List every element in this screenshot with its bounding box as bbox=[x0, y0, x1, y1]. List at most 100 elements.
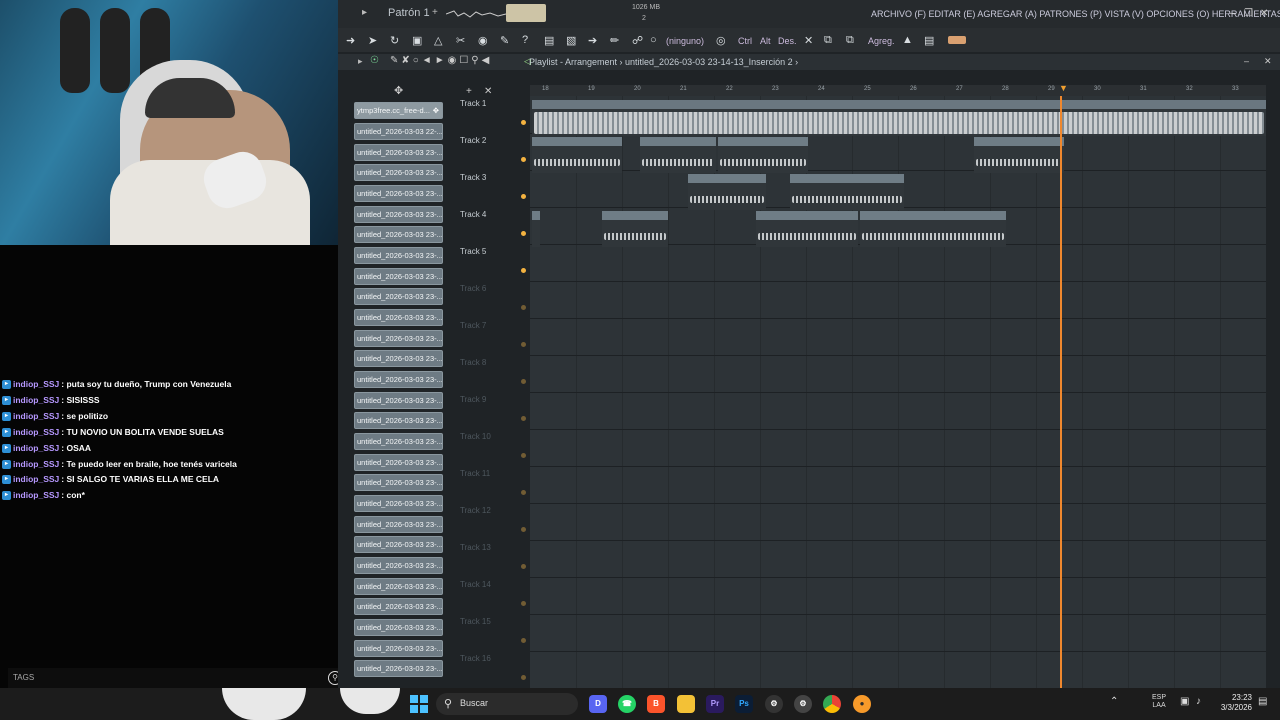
pattern-item[interactable]: untitled_2026-03-03 23-... bbox=[354, 536, 443, 553]
pattern-item[interactable]: untitled_2026-03-03 23-... bbox=[354, 226, 443, 243]
pattern-item[interactable]: untitled_2026-03-03 23-... bbox=[354, 288, 443, 305]
audio-clip[interactable]: untitled_2...nserción 2 bbox=[688, 174, 766, 210]
track-header[interactable]: Track 7 bbox=[454, 318, 530, 355]
plugin-slot[interactable] bbox=[948, 36, 966, 44]
pattern-item[interactable]: ytmp3free.cc_free-d... ✥ bbox=[354, 102, 443, 119]
windows-start-icon[interactable] bbox=[410, 695, 428, 713]
chevron-up-icon[interactable]: ⌃ bbox=[1110, 696, 1118, 707]
track-header[interactable]: Track 8 bbox=[454, 355, 530, 392]
pattern-item[interactable]: untitled_2026-03-03 23-... bbox=[354, 578, 443, 595]
arrangement-grid[interactable]: ytmp3free.cc_free-detroit-type-beat-samp… bbox=[530, 96, 1266, 688]
audio-clip[interactable]: ytmp3free.cc_free-detroit-type-beat-samp… bbox=[532, 100, 1266, 136]
audio-clip[interactable]: untitled_202..._Inserción 2 bbox=[532, 137, 622, 173]
pattern-item[interactable]: untitled_2026-03-03 23-... bbox=[354, 309, 443, 326]
trash-icon[interactable]: ▤ bbox=[924, 34, 934, 47]
lock-icon[interactable]: ○ bbox=[650, 34, 657, 46]
close-icon[interactable]: ✕ bbox=[1264, 56, 1272, 67]
chat-username[interactable]: indiop_SSJ bbox=[13, 379, 59, 389]
discord-icon[interactable]: D bbox=[589, 695, 607, 713]
track-header[interactable]: Track 14 bbox=[454, 577, 530, 614]
track-led-icon[interactable] bbox=[521, 157, 526, 162]
minimize-icon[interactable]: – bbox=[1244, 56, 1249, 66]
pattern-item[interactable]: untitled_2026-03-03 22-... bbox=[354, 123, 443, 140]
arrow-icon[interactable]: ▸ bbox=[358, 56, 363, 67]
pattern-item[interactable]: untitled_2026-03-03 23-... bbox=[354, 392, 443, 409]
premiere-icon[interactable]: Pr bbox=[706, 695, 724, 713]
pen-icon[interactable]: ✏ bbox=[610, 34, 619, 47]
knob-icon[interactable]: ▲ bbox=[902, 34, 913, 46]
track-led-icon[interactable] bbox=[521, 379, 526, 384]
photoshop-icon[interactable]: Ps bbox=[735, 695, 753, 713]
menu-bar[interactable]: ARCHIVO (F) EDITAR (E) AGREGAR (A) PATRO… bbox=[871, 9, 1280, 19]
cut-icon[interactable]: ✂ bbox=[456, 34, 465, 47]
pattern-item[interactable]: untitled_2026-03-03 23-... bbox=[354, 185, 443, 202]
track-header[interactable]: Track 11 bbox=[454, 466, 530, 503]
pattern-item[interactable]: untitled_2026-03-03 23-... bbox=[354, 619, 443, 636]
pattern-item[interactable]: untitled_2026-03-03 23-... bbox=[354, 660, 443, 677]
play-arrow-icon[interactable]: ▸ bbox=[362, 7, 367, 18]
browser-icon[interactable]: ▤ bbox=[544, 34, 554, 47]
chat-username[interactable]: indiop_SSJ bbox=[13, 474, 59, 484]
add-pattern-button[interactable]: + bbox=[432, 7, 438, 18]
pattern-item[interactable]: untitled_2026-03-03 23-... bbox=[354, 640, 443, 657]
track-led-icon[interactable] bbox=[521, 638, 526, 643]
track-header[interactable]: Track 4 bbox=[454, 207, 530, 244]
track-led-icon[interactable] bbox=[521, 416, 526, 421]
chat-username[interactable]: indiop_SSJ bbox=[13, 427, 59, 437]
restore-icon[interactable]: ❐ bbox=[1244, 8, 1253, 19]
add-button[interactable]: Agreg. bbox=[868, 36, 895, 46]
audio-clip[interactable]: untitled_2...serción 2 bbox=[640, 137, 716, 173]
chrome-icon[interactable] bbox=[823, 695, 841, 713]
language-indicator[interactable]: ESP LAA bbox=[1152, 694, 1166, 710]
network-icon[interactable]: ▣ bbox=[1180, 696, 1189, 707]
alt-key[interactable]: Alt bbox=[760, 36, 771, 46]
track-led-icon[interactable] bbox=[521, 120, 526, 125]
settings-icon[interactable]: ⚙ bbox=[794, 695, 812, 713]
none-selector[interactable]: (ninguno) bbox=[666, 36, 704, 46]
track-header[interactable]: Track 16 bbox=[454, 651, 530, 688]
link-icon[interactable]: ☍ bbox=[632, 34, 643, 47]
pattern-item[interactable]: untitled_2026-03-03 23-... bbox=[354, 330, 443, 347]
track-led-icon[interactable] bbox=[521, 231, 526, 236]
minimize-icon[interactable]: – bbox=[1230, 8, 1236, 19]
track-header[interactable]: Track 1 bbox=[454, 96, 530, 133]
track-led-icon[interactable] bbox=[521, 601, 526, 606]
chat-icon[interactable]: ✎ bbox=[500, 34, 509, 47]
headphones-icon[interactable]: ◎ bbox=[716, 34, 726, 47]
fl-studio-icon[interactable]: ● bbox=[853, 695, 871, 713]
chat-username[interactable]: indiop_SSJ bbox=[13, 490, 59, 500]
pattern-item[interactable]: untitled_2026-03-03 23-... bbox=[354, 164, 443, 181]
app-icon[interactable]: ⚙ bbox=[765, 695, 783, 713]
pattern-item[interactable]: untitled_2026-03-03 23-... bbox=[354, 495, 443, 512]
track-header[interactable]: Track 13 bbox=[454, 540, 530, 577]
pattern-item[interactable]: untitled_2026-03-03 23-... bbox=[354, 557, 443, 574]
volume-icon[interactable]: ♪ bbox=[1196, 696, 1201, 707]
arrow-icon[interactable]: ✥ bbox=[394, 84, 403, 97]
chat-username[interactable]: indiop_SSJ bbox=[13, 395, 59, 405]
brave-icon[interactable]: B bbox=[647, 695, 665, 713]
record-icon[interactable]: ➤ bbox=[368, 34, 377, 47]
pattern-item[interactable]: untitled_2026-03-03 23-... bbox=[354, 598, 443, 615]
pattern-item[interactable]: untitled_2026-03-03 23-... bbox=[354, 206, 443, 223]
whatsapp-icon[interactable]: ☎ bbox=[618, 695, 636, 713]
pattern-item[interactable]: untitled_2026-03-03 23-... bbox=[354, 350, 443, 367]
track-header[interactable]: Track 9 bbox=[454, 392, 530, 429]
pattern-selector[interactable]: Patrón 1 bbox=[388, 7, 430, 19]
arrow-icon[interactable]: ➔ bbox=[588, 34, 597, 47]
pattern-item[interactable]: untitled_2026-03-03 23-... bbox=[354, 516, 443, 533]
folder-icon[interactable] bbox=[677, 695, 695, 713]
notification-icon[interactable]: ▤ bbox=[1258, 696, 1267, 707]
audio-clip[interactable]: untitled_2026-...27_Inserción 2 bbox=[756, 211, 858, 247]
track-header[interactable]: Track 12 bbox=[454, 503, 530, 540]
audio-clip[interactable]: untitled_2026-03-03 23-22-09_Inserción 2 bbox=[860, 211, 1006, 247]
pattern-item[interactable]: untitled_2026-03-03 23-... bbox=[354, 144, 443, 161]
magnet-icon[interactable]: ➜ bbox=[346, 34, 355, 47]
system-clock[interactable]: 23:23 3/3/2026 bbox=[1206, 693, 1252, 713]
undo-button[interactable]: Des. bbox=[778, 36, 797, 46]
tools-icon[interactable]: ✎✘○◄►◉☐⚲◀ bbox=[390, 55, 492, 66]
track-header[interactable]: Track 2 bbox=[454, 133, 530, 170]
audio-clip[interactable]: untitled_...erción 2 bbox=[602, 211, 668, 247]
playhead[interactable] bbox=[1060, 96, 1062, 688]
timeline-ruler[interactable]: 18 19 20 21 22 23 24 25 26 27 28 29 30 3… bbox=[530, 83, 1266, 96]
pattern-item[interactable]: untitled_2026-03-03 23-... bbox=[354, 474, 443, 491]
